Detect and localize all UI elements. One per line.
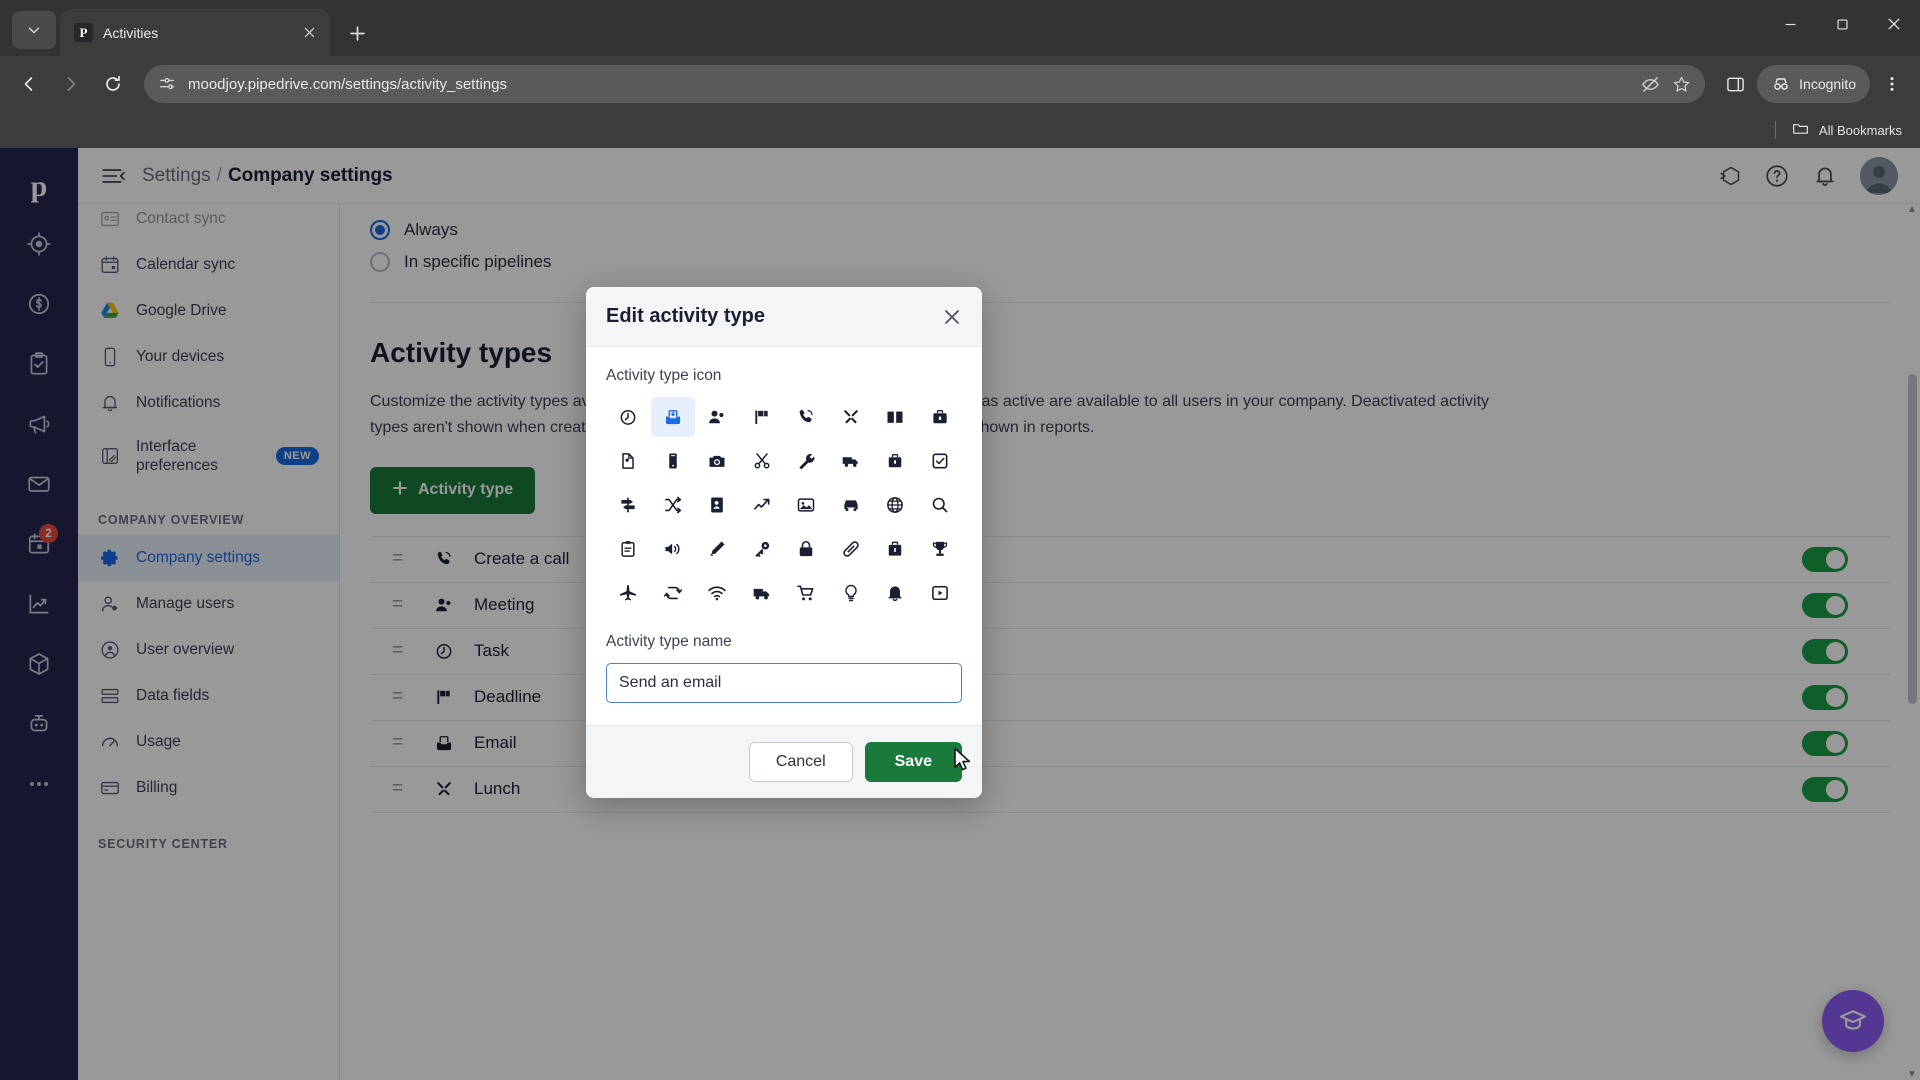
icon-option-mobile-icon[interactable] (651, 441, 696, 481)
minimize-button[interactable] (1764, 0, 1816, 48)
icon-option-camera-icon[interactable] (695, 441, 740, 481)
icon-option-wifi-icon[interactable] (695, 573, 740, 613)
icon-option-bell-icon[interactable] (873, 573, 918, 613)
icon-option-phone-icon[interactable] (784, 397, 829, 437)
close-window-button[interactable] (1868, 0, 1920, 48)
tracking-protection-icon[interactable] (1641, 75, 1660, 94)
pipedrive-favicon: P (74, 23, 93, 42)
icon-option-signpost-icon[interactable] (606, 485, 651, 525)
mouse-cursor (954, 747, 971, 771)
site-settings-icon[interactable] (158, 75, 176, 93)
icon-option-lock-icon[interactable] (784, 529, 829, 569)
forward-button[interactable] (52, 65, 90, 103)
icon-option-flag-icon[interactable] (740, 397, 785, 437)
browser-tab[interactable]: P Activities (60, 9, 330, 56)
icon-option-clipboard-icon[interactable] (606, 529, 651, 569)
icon-option-file-icon[interactable] (606, 441, 651, 481)
icon-option-checkbox-icon[interactable] (918, 441, 963, 481)
icon-option-van-icon[interactable] (829, 441, 874, 481)
icon-option-speaker-icon[interactable] (651, 529, 696, 569)
icon-option-bag-icon[interactable] (873, 441, 918, 481)
icon-option-truck-icon[interactable] (740, 573, 785, 613)
dialog-header: Edit activity type (586, 287, 982, 347)
save-button[interactable]: Save (864, 742, 962, 782)
icon-option-shuffle-icon[interactable] (651, 485, 696, 525)
icon-option-bulb-icon[interactable] (829, 573, 874, 613)
incognito-indicator[interactable]: Incognito (1757, 65, 1870, 103)
icon-option-suitcase-icon[interactable] (873, 529, 918, 569)
cancel-button[interactable]: Cancel (748, 742, 853, 782)
address-bar[interactable]: moodjoy.pipedrive.com/settings/activity_… (144, 65, 1706, 103)
icon-field-label: Activity type icon (606, 367, 722, 384)
browser-window: P Activities moodjoy.pipedrive.com/setti… (0, 0, 1920, 1080)
icon-option-scissors-icon[interactable] (740, 441, 785, 481)
reload-button[interactable] (94, 65, 132, 103)
edit-activity-type-dialog: Edit activity type Activity type icon Ac… (586, 287, 982, 798)
folder-icon (1792, 120, 1809, 140)
icon-option-briefcase-icon[interactable] (918, 397, 963, 437)
icon-option-wrench-icon[interactable] (784, 441, 829, 481)
dialog-footer: Cancel Save (586, 725, 982, 798)
browser-toolbar: moodjoy.pipedrive.com/settings/activity_… (0, 56, 1920, 112)
maximize-button[interactable] (1816, 0, 1868, 48)
icon-option-email-inbox-icon[interactable] (650, 397, 695, 437)
icon-option-clock-icon[interactable] (606, 397, 651, 437)
incognito-label: Incognito (1799, 76, 1856, 92)
icon-option-cart-icon[interactable] (784, 573, 829, 613)
close-icon[interactable] (942, 307, 962, 327)
icon-option-airplane-icon[interactable] (606, 573, 651, 613)
window-controls (1764, 0, 1920, 48)
tab-search-button[interactable] (12, 11, 56, 49)
icon-option-pen-icon[interactable] (695, 529, 740, 569)
side-panel-icon[interactable] (1717, 66, 1753, 102)
chrome-menu-icon[interactable] (1874, 66, 1910, 102)
icon-option-globe-icon[interactable] (873, 485, 918, 525)
icon-option-video-icon[interactable] (918, 573, 963, 613)
icon-option-bandage-icon[interactable] (829, 529, 874, 569)
page-viewport: p 2 Contact sync Calendar sync Google Dr… (0, 148, 1920, 1080)
tab-title: Activities (103, 24, 159, 41)
url-text: moodjoy.pipedrive.com/settings/activity_… (188, 75, 508, 93)
bookmarks-bar: All Bookmarks (0, 112, 1920, 148)
icon-option-book-icon[interactable] (873, 397, 918, 437)
icon-option-lunch-icon[interactable] (829, 397, 874, 437)
icon-option-search-icon[interactable] (918, 485, 963, 525)
close-icon[interactable] (298, 22, 320, 44)
bookmark-star-icon[interactable] (1672, 75, 1691, 94)
back-button[interactable] (10, 65, 48, 103)
icon-option-image-icon[interactable] (784, 485, 829, 525)
icon-option-trophy-icon[interactable] (918, 529, 963, 569)
icon-option-repeat-icon[interactable] (651, 573, 696, 613)
icon-option-car-icon[interactable] (829, 485, 874, 525)
bookmark-divider (1774, 121, 1776, 139)
icon-option-key-icon[interactable] (740, 529, 785, 569)
dialog-body: Activity type icon Activity type name Se… (586, 347, 982, 709)
name-field-label: Activity type name (606, 633, 732, 650)
icon-picker-grid (606, 397, 962, 613)
new-tab-button[interactable] (340, 16, 374, 50)
all-bookmarks-label[interactable]: All Bookmarks (1819, 123, 1902, 138)
icon-option-contact-card-icon[interactable] (695, 485, 740, 525)
dialog-title: Edit activity type (606, 305, 765, 327)
icon-option-trend-icon[interactable] (740, 485, 785, 525)
tab-strip: P Activities (0, 0, 1920, 56)
activity-type-name-input[interactable] (606, 663, 962, 703)
icon-option-people-icon[interactable] (695, 397, 740, 437)
